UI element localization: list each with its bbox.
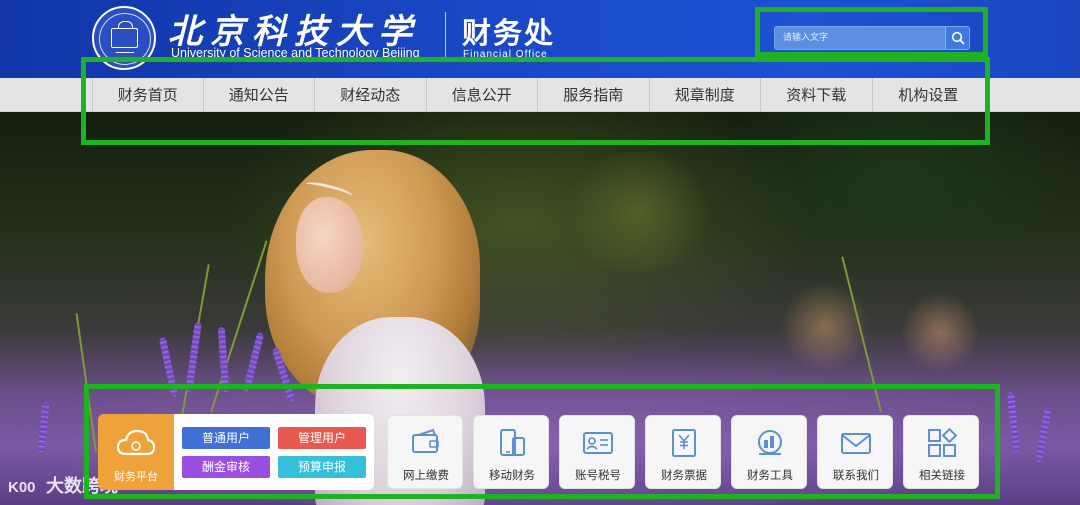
watermark-logo-icon: K00 (8, 479, 36, 496)
highlight-box-search (755, 7, 988, 57)
seal-building-icon (111, 21, 138, 48)
bokeh-light (560, 152, 720, 272)
office-title-cn: 财务处 (462, 16, 556, 50)
highlight-box-quick-panel (84, 384, 1000, 499)
seal-base (116, 52, 134, 56)
highlight-box-nav (81, 57, 990, 145)
bokeh-light (900, 292, 980, 372)
girl-face (296, 197, 364, 293)
title-divider (445, 12, 446, 60)
